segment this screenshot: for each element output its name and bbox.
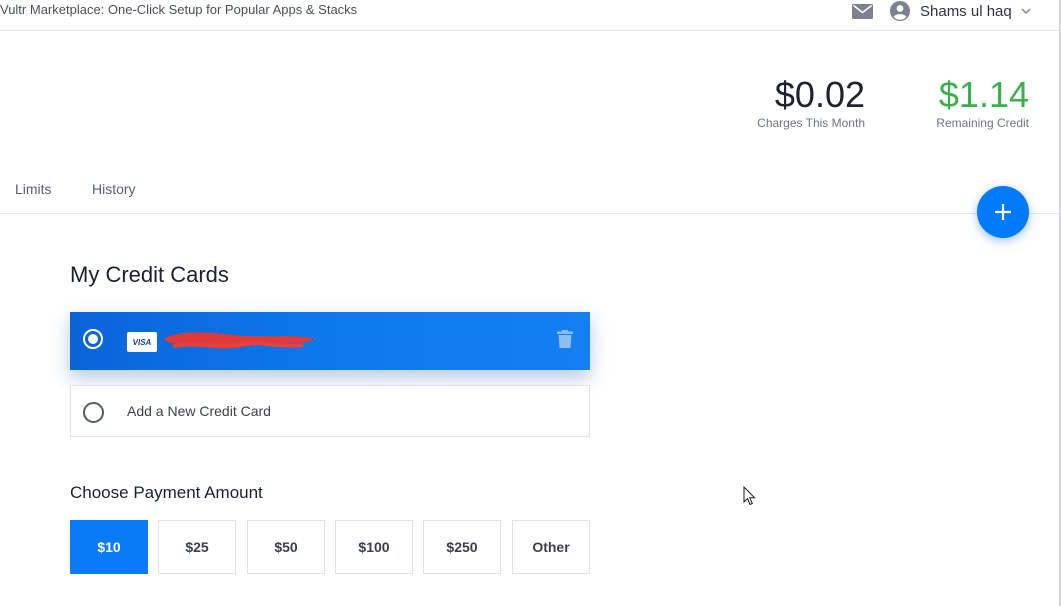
credit-cards-heading: My Credit Cards [70, 262, 229, 287]
mail-icon[interactable] [852, 4, 873, 19]
add-credit-card-label: Add a New Credit Card [127, 403, 271, 419]
billing-page: Vultr Marketplace: One-Click Setup for P… [0, 0, 1061, 606]
top-bar: Vultr Marketplace: One-Click Setup for P… [0, 0, 1061, 31]
trash-icon[interactable] [557, 330, 573, 348]
tab-history[interactable]: History [92, 181, 136, 197]
credit-label: Remaining Credit [936, 116, 1029, 130]
plus-icon [995, 204, 1011, 220]
remaining-credit: $1.14 Remaining Credit [936, 74, 1029, 131]
payment-amount-heading: Choose Payment Amount [70, 483, 263, 502]
radio-unselected[interactable] [83, 402, 104, 423]
charges-this-month: $0.02 Charges This Month [757, 74, 865, 131]
amount-button-10[interactable]: $10 [70, 520, 148, 574]
charges-value: $0.02 [774, 74, 865, 115]
credit-value: $1.14 [938, 74, 1029, 115]
redacted-card-number [164, 332, 314, 349]
chevron-down-icon [1021, 8, 1031, 14]
amount-button-250[interactable]: $250 [423, 520, 501, 574]
charges-label: Charges This Month [757, 116, 865, 130]
user-menu[interactable]: Shams ul haq [890, 0, 1031, 22]
user-avatar-icon [890, 1, 910, 21]
amount-button-100[interactable]: $100 [335, 520, 413, 574]
mouse-cursor-icon [743, 486, 756, 506]
billing-tabs: Limits History [0, 171, 1061, 214]
amount-button-25[interactable]: $25 [158, 520, 236, 574]
credit-card-item-selected[interactable]: VISA [70, 312, 590, 370]
radio-selected[interactable] [83, 329, 103, 349]
tab-limits[interactable]: Limits [15, 181, 52, 197]
amount-button-50[interactable]: $50 [247, 520, 325, 574]
add-button[interactable] [977, 186, 1029, 238]
username: Shams ul haq [920, 2, 1012, 20]
add-credit-card-option[interactable]: Add a New Credit Card [70, 385, 590, 437]
news-ticker[interactable]: Vultr Marketplace: One-Click Setup for P… [0, 2, 357, 17]
visa-logo: VISA [127, 332, 157, 352]
amount-button-other[interactable]: Other [512, 520, 590, 574]
